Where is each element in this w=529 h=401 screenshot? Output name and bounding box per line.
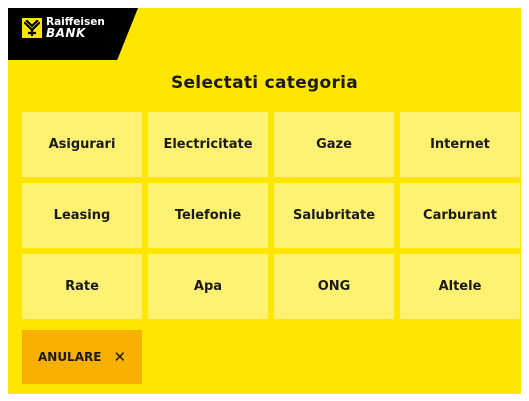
category-rate-button[interactable]: Rate — [22, 254, 142, 319]
category-altele-button[interactable]: Altele — [400, 254, 520, 319]
category-asigurari-button[interactable]: Asigurari — [22, 112, 142, 177]
raiffeisen-gable-icon — [22, 18, 42, 38]
category-grid: Asigurari Electricitate Gaze Internet Le… — [22, 112, 520, 319]
category-salubritate-button[interactable]: Salubritate — [274, 183, 394, 248]
category-leasing-button[interactable]: Leasing — [22, 183, 142, 248]
bank-logo: Raiffeisen BANK — [8, 8, 138, 60]
category-electricitate-button[interactable]: Electricitate — [148, 112, 268, 177]
page-title: Selectati categoria — [170, 73, 359, 93]
category-telefonie-button[interactable]: Telefonie — [148, 183, 268, 248]
category-internet-button[interactable]: Internet — [400, 112, 520, 177]
close-icon: ✕ — [113, 347, 127, 366]
kiosk-screen: Raiffeisen BANK Selectati categoria Asig… — [8, 8, 521, 394]
cancel-button[interactable]: ANULARE ✕ — [22, 330, 142, 384]
bank-name-line2: BANK — [46, 26, 86, 40]
bank-name: Raiffeisen BANK — [46, 17, 105, 40]
category-apa-button[interactable]: Apa — [148, 254, 268, 319]
category-ong-button[interactable]: ONG — [274, 254, 394, 319]
category-carburant-button[interactable]: Carburant — [400, 183, 520, 248]
category-gaze-button[interactable]: Gaze — [274, 112, 394, 177]
cancel-label: ANULARE — [37, 350, 102, 364]
